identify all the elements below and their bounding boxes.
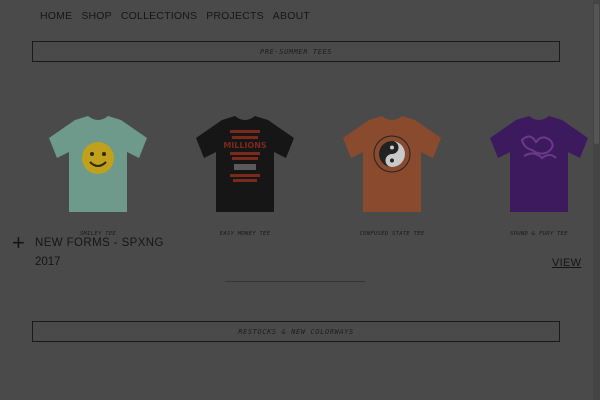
tee-image[interactable] — [43, 112, 153, 217]
scrollbar-thumb[interactable] — [594, 4, 599, 144]
pre-summer-tees-banner[interactable]: PRE-SUMMER TEES — [32, 41, 560, 62]
nav-item-about[interactable]: ABOUT — [273, 10, 310, 22]
product-card[interactable]: SMILEY TEE — [43, 112, 153, 237]
banner-label: RESTOCKS & NEW COLORWAYS — [238, 327, 354, 336]
tee-image[interactable] — [484, 112, 594, 217]
product-name[interactable]: CONFUSED STATE TEE — [337, 231, 447, 237]
product-card[interactable]: CONFUSED STATE TEE — [337, 112, 447, 237]
nav-item-collections[interactable]: COLLECTIONS — [121, 10, 197, 22]
banner-label: PRE-SUMMER TEES — [259, 47, 333, 56]
main-nav: HOME SHOP COLLECTIONS PROJECTS ABOUT — [40, 10, 310, 22]
svg-text:MILLIONS: MILLIONS — [223, 141, 267, 150]
plus-icon[interactable]: + — [12, 232, 25, 254]
nav-item-shop[interactable]: SHOP — [81, 10, 112, 22]
view-collection-link[interactable]: VIEW — [552, 257, 581, 269]
divider — [225, 281, 365, 282]
restocks-banner[interactable]: RESTOCKS & NEW COLORWAYS — [32, 321, 560, 342]
product-name[interactable]: SOUND & FURY TEE — [484, 231, 594, 237]
tee-image[interactable] — [337, 112, 447, 217]
nav-item-projects[interactable]: PROJECTS — [206, 10, 264, 22]
product-card[interactable]: MILLIONS EASY MONEY TEE — [190, 112, 300, 237]
tee-image[interactable]: MILLIONS — [190, 112, 300, 217]
scrollbar[interactable] — [593, 0, 600, 400]
product-card[interactable]: SOUND & FURY TEE — [484, 112, 594, 237]
collection-year: 2017 — [35, 256, 61, 268]
product-name[interactable]: EASY MONEY TEE — [190, 231, 300, 237]
collection-title: NEW FORMS - SPXNG — [35, 237, 164, 249]
nav-item-home[interactable]: HOME — [40, 10, 72, 22]
